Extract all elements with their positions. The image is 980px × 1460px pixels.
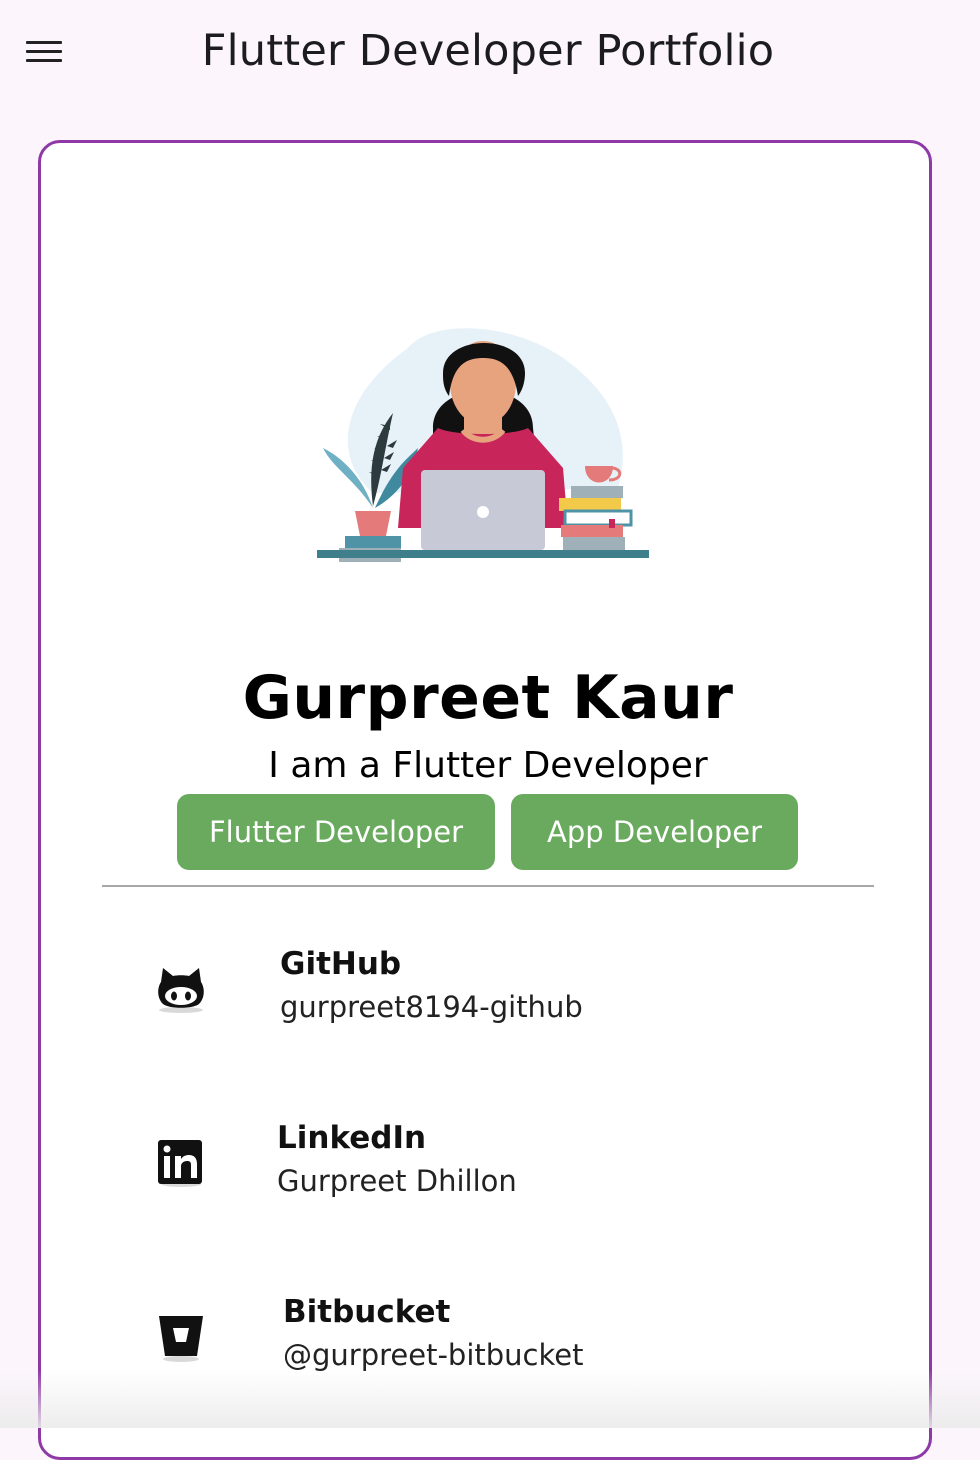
bitbucket-icon — [159, 1316, 203, 1362]
chip-flutter-developer[interactable]: Flutter Developer — [177, 794, 495, 870]
linkedin-icon — [158, 1140, 202, 1187]
chip-app-developer[interactable]: App Developer — [511, 794, 798, 870]
contact-github[interactable]: GitHub gurpreet8194-github — [153, 946, 853, 1046]
github-value: gurpreet8194-github — [280, 990, 583, 1024]
contact-bitbucket[interactable]: Bitbucket @gurpreet-bitbucket — [153, 1294, 853, 1394]
app-bar: Flutter Developer Portfolio — [0, 0, 980, 110]
github-label: GitHub — [280, 946, 402, 982]
app-title: Flutter Developer Portfolio — [201, 26, 775, 76]
linkedin-label: LinkedIn — [277, 1120, 427, 1156]
contact-linkedin[interactable]: LinkedIn Gurpreet Dhillon — [153, 1120, 853, 1220]
linkedin-value: Gurpreet Dhillon — [277, 1164, 517, 1198]
profile-tagline: I am a Flutter Developer — [268, 745, 708, 786]
profile-name: Gurpreet Kaur — [242, 663, 734, 733]
github-icon — [158, 968, 204, 1013]
profile-card: Gurpreet Kaur I am a Flutter Developer F… — [38, 140, 932, 1460]
bitbucket-label: Bitbucket — [283, 1294, 451, 1330]
divider — [102, 885, 874, 887]
bitbucket-value: @gurpreet-bitbucket — [283, 1338, 584, 1372]
woman-at-laptop-illustration — [317, 328, 649, 562]
